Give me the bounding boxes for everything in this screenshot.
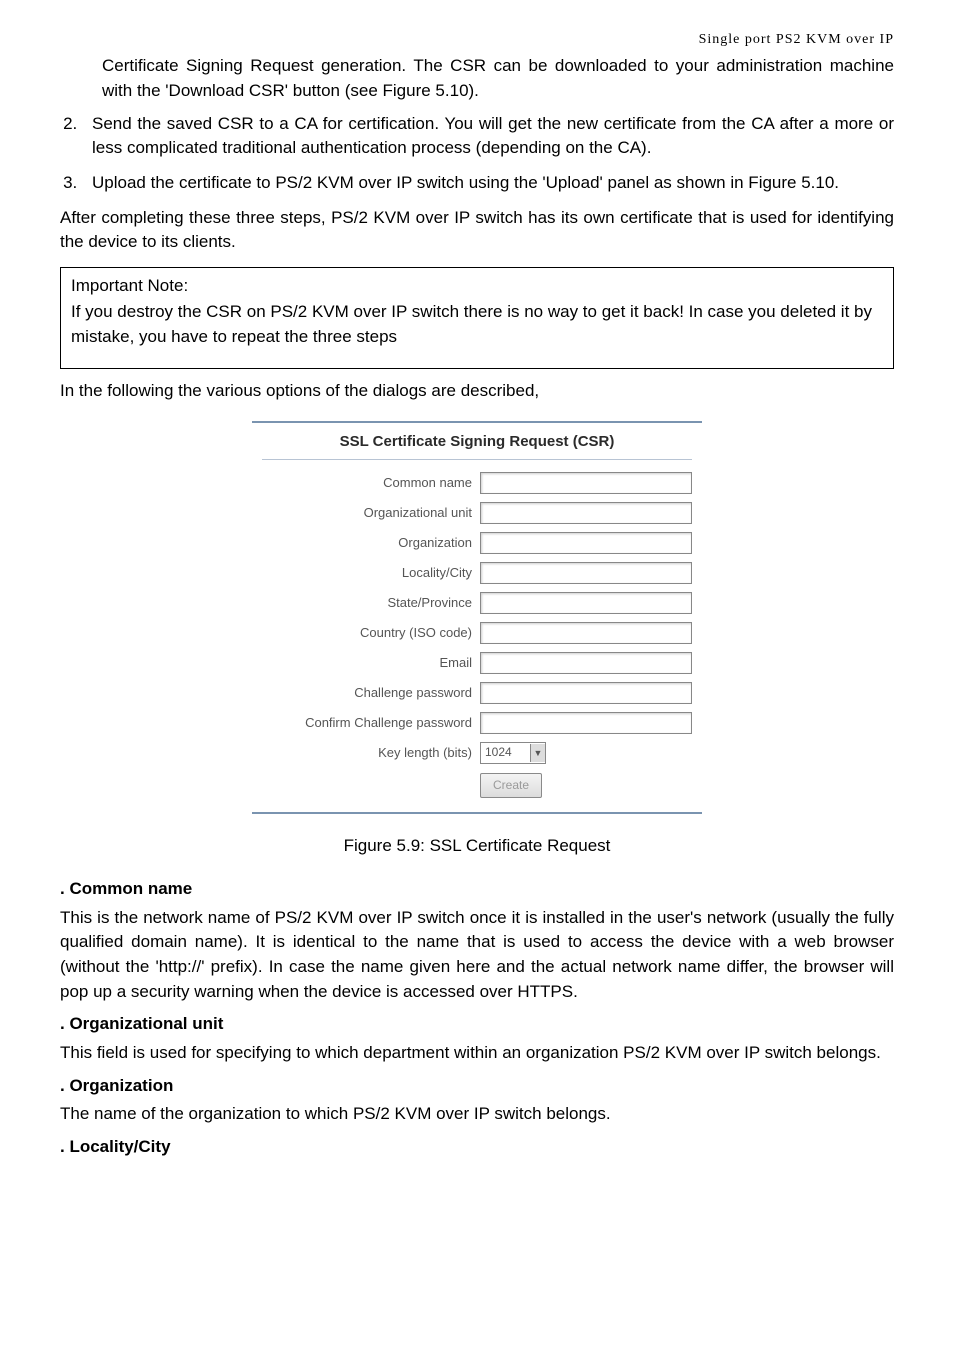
label-challenge-pw: Challenge password bbox=[262, 684, 480, 703]
step-2: Send the saved CSR to a CA for certifica… bbox=[82, 112, 894, 161]
select-key-length[interactable]: 1024 ▼ bbox=[480, 742, 546, 764]
input-locality[interactable] bbox=[480, 562, 692, 584]
select-key-length-value: 1024 bbox=[485, 744, 512, 761]
input-state[interactable] bbox=[480, 592, 692, 614]
input-organization[interactable] bbox=[480, 532, 692, 554]
label-country: Country (ISO code) bbox=[262, 624, 480, 643]
input-challenge-pw[interactable] bbox=[480, 682, 692, 704]
def-common-name-term: . Common name bbox=[60, 877, 894, 902]
def-common-name-desc: This is the network name of PS/2 KVM ove… bbox=[60, 906, 894, 1005]
csr-form-title: SSL Certificate Signing Request (CSR) bbox=[262, 431, 692, 460]
def-org-unit-term: . Organizational unit bbox=[60, 1012, 894, 1037]
label-confirm-pw: Confirm Challenge password bbox=[262, 714, 480, 733]
input-common-name[interactable] bbox=[480, 472, 692, 494]
label-state: State/Province bbox=[262, 594, 480, 613]
def-organization-desc: The name of the organization to which PS… bbox=[60, 1102, 894, 1127]
dialog-intro: In the following the various options of … bbox=[60, 379, 894, 404]
intro-continuation: Certificate Signing Request generation. … bbox=[102, 54, 894, 103]
label-locality: Locality/City bbox=[262, 564, 480, 583]
chevron-down-icon: ▼ bbox=[530, 744, 545, 762]
steps-list: Send the saved CSR to a CA for certifica… bbox=[60, 112, 894, 196]
label-org-unit: Organizational unit bbox=[262, 504, 480, 523]
label-common-name: Common name bbox=[262, 474, 480, 493]
def-organization-term: . Organization bbox=[60, 1074, 894, 1099]
def-locality-term: . Locality/City bbox=[60, 1135, 894, 1160]
input-confirm-pw[interactable] bbox=[480, 712, 692, 734]
step-3: Upload the certificate to PS/2 KVM over … bbox=[82, 171, 894, 196]
create-button[interactable]: Create bbox=[480, 773, 542, 798]
csr-form: SSL Certificate Signing Request (CSR) Co… bbox=[252, 421, 702, 814]
input-org-unit[interactable] bbox=[480, 502, 692, 524]
note-title: Important Note: bbox=[71, 274, 883, 299]
label-email: Email bbox=[262, 654, 480, 673]
input-country[interactable] bbox=[480, 622, 692, 644]
label-key-length: Key length (bits) bbox=[262, 744, 480, 763]
doc-header: Single port PS2 KVM over IP bbox=[60, 30, 894, 50]
def-org-unit-desc: This field is used for specifying to whi… bbox=[60, 1041, 894, 1066]
important-note-box: Important Note: If you destroy the CSR o… bbox=[60, 267, 894, 369]
label-organization: Organization bbox=[262, 534, 480, 553]
input-email[interactable] bbox=[480, 652, 692, 674]
figure-caption: Figure 5.9: SSL Certificate Request bbox=[60, 834, 894, 859]
after-steps-text: After completing these three steps, PS/2… bbox=[60, 206, 894, 255]
note-body: If you destroy the CSR on PS/2 KVM over … bbox=[71, 300, 883, 349]
